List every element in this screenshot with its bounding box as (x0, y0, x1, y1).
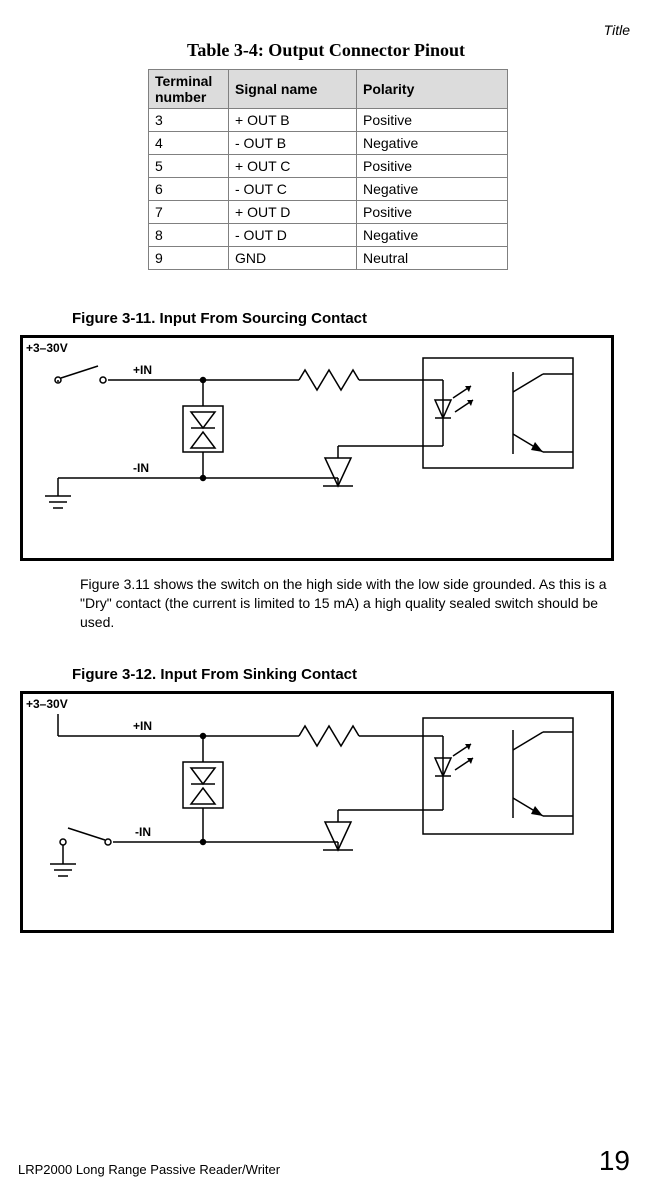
supply-label: +3–30V (26, 341, 68, 355)
table-caption: Table 3-4: Output Connector Pinout (18, 40, 634, 61)
pinout-table: Terminal number Signal name Polarity 3 +… (148, 69, 508, 270)
figure-3-12-diagram: +3–30V +IN -IN (20, 691, 614, 933)
col-polarity: Polarity (357, 70, 508, 109)
paragraph-1: Figure 3.11 shows the switch on the high… (80, 575, 616, 632)
table-row: 3 + OUT B Positive (149, 109, 508, 132)
in-pos-label: +IN (133, 363, 152, 377)
in-neg-label: -IN (133, 461, 149, 475)
col-terminal: Terminal number (149, 70, 229, 109)
table-row: 6 - OUT C Negative (149, 178, 508, 201)
table-row: 5 + OUT C Positive (149, 155, 508, 178)
table-row: 8 - OUT D Negative (149, 224, 508, 247)
in-neg-label-2: -IN (135, 825, 151, 839)
table-row: 4 - OUT B Negative (149, 132, 508, 155)
in-pos-label-2: +IN (133, 719, 152, 733)
supply-label-2: +3–30V (26, 697, 68, 711)
table-row: 9 GND Neutral (149, 247, 508, 270)
footer-page-number: 19 (599, 1145, 630, 1177)
table-row: 7 + OUT D Positive (149, 201, 508, 224)
footer-doc-title: LRP2000 Long Range Passive Reader/Writer (18, 1162, 280, 1177)
figure-3-11-caption: Figure 3-11. Input From Sourcing Contact (72, 310, 634, 327)
figure-3-11-diagram: +3–30V +IN -IN (20, 335, 614, 561)
figure-3-12-caption: Figure 3-12. Input From Sinking Contact (72, 666, 634, 683)
figure-3-12-svg: +3–30V +IN -IN (23, 694, 611, 930)
col-signal: Signal name (229, 70, 357, 109)
running-header: Title (604, 22, 630, 38)
table-header-row: Terminal number Signal name Polarity (149, 70, 508, 109)
figure-3-11-svg: +3–30V +IN -IN (23, 338, 611, 558)
page-footer: LRP2000 Long Range Passive Reader/Writer… (18, 1145, 630, 1177)
